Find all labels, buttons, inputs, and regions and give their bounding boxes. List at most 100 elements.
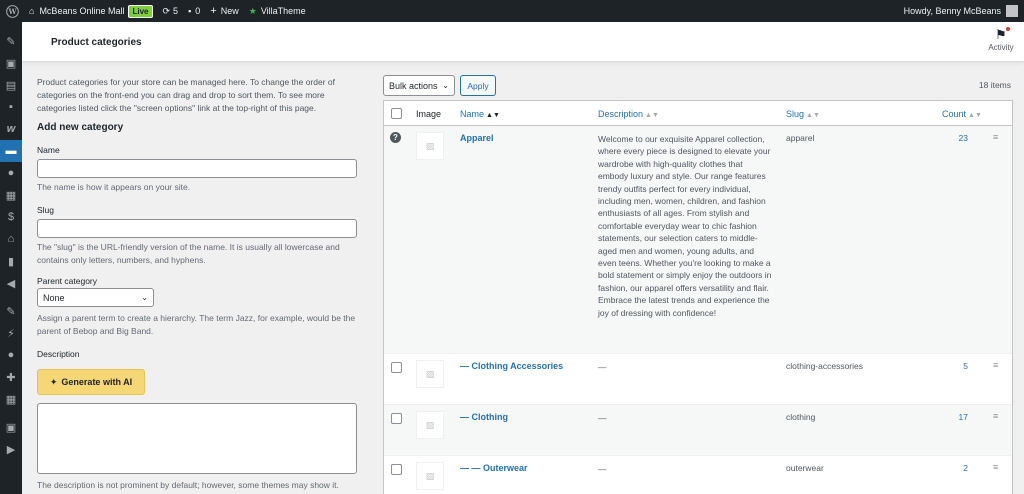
row-checkbox[interactable] bbox=[391, 413, 402, 424]
category-description: — bbox=[598, 413, 607, 423]
new-content-link[interactable]: + New bbox=[205, 0, 243, 22]
category-description: Welcome to our exquisite Apparel collect… bbox=[598, 134, 772, 318]
category-name-link[interactable]: — Clothing Accessories bbox=[460, 361, 563, 371]
wordpress-logo-icon[interactable]: W bbox=[0, 0, 24, 22]
column-description[interactable]: Description ▲▼ bbox=[598, 109, 659, 119]
page-header: Product categories ⚑ Activity bbox=[22, 22, 1024, 62]
category-slug: outerwear bbox=[786, 463, 824, 473]
site-name: McBeans Online Mall bbox=[39, 6, 125, 16]
tools-icon[interactable]: ✚ bbox=[0, 366, 22, 388]
column-count[interactable]: Count ▲▼ bbox=[942, 109, 982, 119]
pin-icon[interactable]: ✎ bbox=[0, 30, 22, 52]
greeting: Howdy, Benny McBeans bbox=[903, 6, 1001, 16]
pages-icon[interactable]: ▤ bbox=[0, 74, 22, 96]
add-new-title: Add new category bbox=[37, 122, 124, 133]
name-label: Name bbox=[37, 145, 60, 155]
panel-icon[interactable]: ▣ bbox=[0, 416, 22, 438]
category-description: — bbox=[598, 362, 607, 372]
flag-icon: ⚑ bbox=[995, 27, 1007, 42]
woocommerce-icon[interactable]: w bbox=[0, 118, 22, 140]
bulk-actions-value: Bulk actions bbox=[389, 80, 438, 91]
row-checkbox[interactable] bbox=[391, 362, 402, 373]
villatheme-link[interactable]: ★ VillaTheme bbox=[244, 0, 311, 22]
description-help: The description is not prominent by defa… bbox=[37, 480, 339, 490]
drag-handle-icon[interactable]: ≡ bbox=[993, 360, 998, 370]
layout-icon[interactable]: ▦ bbox=[0, 184, 22, 206]
drag-handle-icon[interactable]: ≡ bbox=[993, 462, 998, 472]
svg-text:W: W bbox=[7, 7, 17, 16]
refresh-icon: ⟳ bbox=[162, 5, 171, 16]
generate-with-ai-label: Generate with AI bbox=[61, 377, 133, 387]
category-slug: clothing-accessories bbox=[786, 361, 864, 371]
drag-handle-icon[interactable]: ≡ bbox=[993, 132, 998, 142]
play-icon[interactable]: ▶ bbox=[0, 438, 22, 460]
table-toolbar: Bulk actions ⌄ Apply 18 items bbox=[383, 75, 1013, 97]
category-name-link[interactable]: — — Outerwear bbox=[460, 463, 528, 473]
column-image: Image bbox=[416, 109, 442, 119]
comments-count: 0 bbox=[195, 6, 201, 16]
help-icon[interactable]: ? bbox=[390, 132, 401, 143]
updates-link[interactable]: ⟳ 5 bbox=[158, 0, 184, 22]
analytics-icon[interactable]: ▮ bbox=[0, 250, 22, 272]
avatar bbox=[1006, 5, 1018, 17]
items-count: 18 items bbox=[978, 80, 1011, 90]
column-name[interactable]: Name ▲▼ bbox=[460, 109, 500, 119]
settings-icon[interactable]: ▦ bbox=[0, 388, 22, 410]
plus-icon: + bbox=[210, 5, 217, 17]
comments-link[interactable]: ▪ 0 bbox=[183, 0, 205, 22]
category-name-link[interactable]: — Clothing bbox=[460, 412, 508, 422]
sort-icon: ▲▼ bbox=[645, 112, 659, 119]
category-count-link[interactable]: 2 bbox=[944, 463, 968, 473]
apply-button[interactable]: Apply bbox=[460, 75, 496, 96]
table-row: ▨ — Clothing — clothing 17 ≡ bbox=[384, 405, 1012, 456]
sort-icon: ▲▼ bbox=[806, 112, 820, 119]
new-label: New bbox=[220, 6, 239, 16]
sparkle-icon: ✦ bbox=[49, 376, 58, 387]
category-description: — bbox=[598, 464, 607, 474]
description-textarea[interactable] bbox=[37, 403, 357, 474]
parent-category-value: None bbox=[43, 292, 65, 303]
bulk-actions-select[interactable]: Bulk actions ⌄ bbox=[383, 75, 455, 96]
marketing-icon[interactable]: ◀ bbox=[0, 272, 22, 294]
circle-icon[interactable]: ● bbox=[0, 162, 22, 184]
parent-category-label: Parent category bbox=[37, 276, 98, 286]
parent-help: Assign a parent term to create a hierarc… bbox=[37, 313, 356, 336]
account-menu[interactable]: Howdy, Benny McBeans bbox=[899, 0, 1024, 22]
generate-with-ai-button[interactable]: ✦ Generate with AI bbox=[37, 369, 145, 395]
category-count-link[interactable]: 23 bbox=[944, 133, 968, 143]
updates-count: 5 bbox=[173, 6, 179, 16]
table-row: ▨ — — Outerwear — outerwear 2 ≡ bbox=[384, 456, 1012, 494]
description-label: Description bbox=[37, 349, 80, 359]
column-count-label: Count bbox=[942, 109, 967, 119]
select-all-checkbox[interactable] bbox=[391, 108, 402, 119]
comments-icon[interactable]: ▪ bbox=[0, 96, 22, 118]
category-slug: apparel bbox=[786, 133, 815, 143]
category-count-link[interactable]: 17 bbox=[944, 412, 968, 422]
activity-button[interactable]: ⚑ Activity bbox=[986, 27, 1016, 52]
appearance-icon[interactable]: ✎ bbox=[0, 300, 22, 322]
drag-handle-icon[interactable]: ≡ bbox=[993, 411, 998, 421]
store-icon[interactable]: ⌂ bbox=[0, 228, 22, 250]
media-icon[interactable]: ▣ bbox=[0, 52, 22, 74]
users-icon[interactable]: ● bbox=[0, 344, 22, 366]
category-name-link[interactable]: Apparel bbox=[460, 133, 494, 143]
column-slug[interactable]: Slug ▲▼ bbox=[786, 109, 820, 119]
site-name-link[interactable]: ⌂ McBeans Online Mall Live bbox=[24, 0, 158, 22]
dollar-icon[interactable]: $ bbox=[0, 206, 22, 228]
column-name-label: Name bbox=[460, 109, 485, 119]
name-help: The name is how it appears on your site. bbox=[37, 182, 191, 192]
chevron-down-icon: ⌄ bbox=[442, 81, 449, 90]
parent-category-select[interactable]: None ⌄ bbox=[37, 288, 154, 307]
slug-input[interactable] bbox=[37, 219, 357, 238]
notification-dot bbox=[1006, 27, 1010, 31]
plugins-icon[interactable]: ⚡ bbox=[0, 322, 22, 344]
name-input[interactable] bbox=[37, 159, 357, 178]
star-icon: ★ bbox=[248, 5, 257, 16]
products-icon[interactable]: ▬ bbox=[0, 140, 22, 162]
category-count-link[interactable]: 5 bbox=[944, 361, 968, 371]
image-placeholder-icon: ▨ bbox=[416, 411, 444, 439]
comment-icon: ▪ bbox=[188, 6, 192, 16]
admin-side-menu: ✎ ▣ ▤ ▪ w ▬ ● ▦ $ ⌂ ▮ ◀ ✎ ⚡ ● ✚ ▦ ▣ ▶ bbox=[0, 22, 22, 494]
row-checkbox[interactable] bbox=[391, 464, 402, 475]
table-header: Image Name ▲▼ Description ▲▼ Slug ▲▼ Count ▲… bbox=[384, 101, 1012, 126]
